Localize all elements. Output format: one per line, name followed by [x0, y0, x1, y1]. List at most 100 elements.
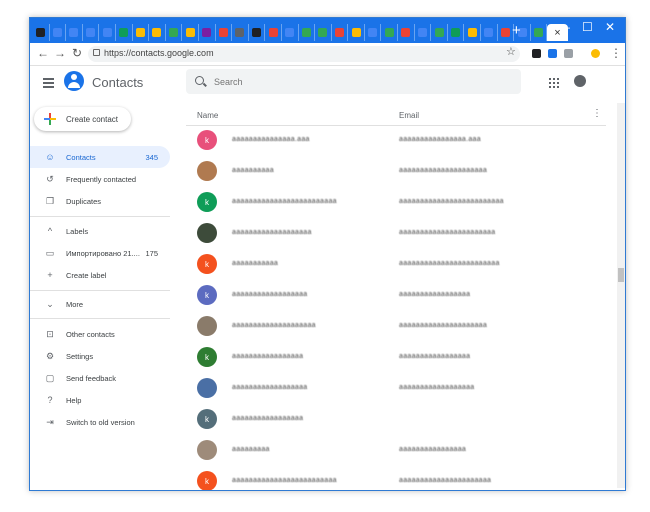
sidebar-item-duplicates[interactable]: ❐ Duplicates	[30, 190, 170, 212]
contact-row[interactable]: aaaaaaaaaaaaaaaaaaaaaaaaaaaaaaaaaaaaaaaa…	[186, 219, 606, 250]
browser-tab[interactable]	[464, 24, 482, 41]
sidebar-item-label: Labels	[66, 226, 89, 236]
feedback-icon: ▢	[45, 372, 55, 383]
sidebar-item-imported-label[interactable]: ▭ Импортировано 21.... 175	[30, 242, 170, 264]
browser-tab[interactable]	[299, 24, 316, 41]
sidebar-item-label: Switch to old version	[66, 417, 135, 427]
browser-tab[interactable]	[116, 24, 133, 41]
address-bar[interactable]: https://contacts.google.com	[88, 46, 520, 62]
reload-icon[interactable]: ↻	[72, 46, 82, 60]
browser-tab[interactable]	[398, 24, 415, 41]
name-column-header[interactable]: Name	[197, 111, 218, 120]
browser-tab[interactable]	[249, 24, 266, 41]
tab-favicon-icon	[202, 28, 212, 37]
contact-row[interactable]: kaaaaaaaaaaaaaaaaaaaaaaaaaaaaaaaaaaa	[186, 281, 606, 312]
avatar: k	[197, 254, 217, 274]
contact-row[interactable]: kaaaaaaaaaaaaaaaaaaaaaaaaaaaaaaaaaaa	[186, 250, 606, 281]
contact-row[interactable]: aaaaaaaaa aaaaaaaaaaaaaaaa	[186, 436, 606, 467]
account-avatar[interactable]	[574, 75, 586, 87]
contact-row[interactable]: k aaaaaaaaaaaaaaaaaaaaaaaaa aaaaaaaaaaaaaa…	[186, 188, 606, 219]
browser-tab[interactable]	[448, 24, 465, 41]
forward-icon[interactable]: →	[54, 46, 66, 60]
browser-tab[interactable]	[332, 24, 349, 41]
browser-tab[interactable]	[133, 24, 150, 41]
label-count: 175	[145, 248, 158, 258]
url-text[interactable]: https://contacts.google.com	[104, 48, 214, 58]
sidebar-item-frequently-contacted[interactable]: ↺ Frequently contacted	[30, 168, 170, 190]
contact-name: aaaaaaaaaa	[232, 167, 274, 174]
browser-tab[interactable]	[315, 24, 332, 41]
sidebar-item-switch-old-version[interactable]: ⇥ Switch to old version	[30, 411, 170, 433]
sidebar-item-other-contacts[interactable]: ⊡ Other contacts	[30, 323, 170, 345]
contact-row[interactable]: aaaaaaaaaaaaaaaaaa aaaaaaaaaaaaaaaaaa	[186, 374, 606, 405]
sidebar-item-more[interactable]: ⌄ More	[30, 293, 170, 315]
contact-row[interactable]: k aaaaaaaaaaaaaaaaa	[186, 405, 606, 436]
browser-tab[interactable]	[166, 24, 183, 41]
sidebar-item-help[interactable]: ? Help	[30, 389, 170, 411]
chevron-up-icon: ^	[47, 226, 53, 236]
browser-tab[interactable]	[216, 24, 233, 41]
new-tab-button[interactable]: +	[512, 22, 521, 39]
main-menu-icon[interactable]	[43, 78, 54, 90]
search-box[interactable]	[186, 69, 521, 94]
close-window-icon[interactable]: ✕	[605, 20, 615, 34]
browser-tab[interactable]	[348, 24, 365, 41]
search-icon[interactable]	[195, 76, 204, 85]
contact-row[interactable]: k aaaaaaaaaaaaaaaaaaaaaaaaa aaaaaaaaaaaaaa…	[186, 467, 606, 490]
contact-row[interactable]: aaaaaaaaaa aaaaaaaaaaaaaaaaaaaaa	[186, 157, 606, 188]
profile-avatar[interactable]	[591, 49, 600, 58]
browser-tab[interactable]	[431, 24, 448, 41]
scrollbar-thumb[interactable]	[618, 268, 624, 282]
email-column-header[interactable]: Email	[399, 111, 419, 120]
browser-tab[interactable]	[182, 24, 199, 41]
browser-tab[interactable]	[99, 24, 116, 41]
browser-tab[interactable]	[481, 24, 498, 41]
sidebar-item-send-feedback[interactable]: ▢ Send feedback	[30, 367, 170, 389]
star-icon[interactable]: ☆	[506, 45, 516, 58]
sidebar-item-labels[interactable]: ^ Labels	[30, 220, 170, 242]
contact-email: aaaaaaaaaaaaaaaaaaaaaaaaa	[399, 198, 504, 205]
create-contact-button[interactable]: Create contact	[34, 107, 131, 131]
contacts-count: 345	[145, 152, 158, 162]
sidebar-item-label: Help	[66, 395, 82, 405]
gear-icon: ⚙	[45, 350, 55, 361]
sidebar-item-label: Contacts	[66, 152, 96, 162]
contact-row[interactable]: aaaaaaaaaaaaaaaaaaaaaaaaaaaaaaaaaaaaaaaa…	[186, 312, 606, 343]
tab-favicon-icon	[467, 28, 477, 37]
browser-tab[interactable]	[199, 24, 216, 41]
sidebar-item-settings[interactable]: ⚙ Settings	[30, 345, 170, 367]
contact-row[interactable]: k aaaaaaaaaaaaaaa.aaa aaaaaaaaaaaaaaaa.aaa	[186, 126, 606, 157]
browser-tab[interactable]	[282, 24, 299, 41]
extension-icon[interactable]	[564, 49, 573, 58]
sidebar-item-create-label[interactable]: + Create label	[30, 264, 170, 286]
tab-favicon-icon	[169, 28, 179, 37]
contacts-logo-icon	[64, 71, 84, 91]
extension-icon[interactable]	[532, 49, 541, 58]
maximize-icon[interactable]: ☐	[582, 20, 593, 34]
browser-tab[interactable]	[149, 24, 166, 41]
contact-row[interactable]: k aaaaaaaaaaaaaaaaa aaaaaaaaaaaaaaaaa	[186, 343, 606, 374]
browser-tab[interactable]	[365, 24, 382, 41]
copy-icon: ❐	[45, 195, 55, 206]
minimize-icon[interactable]: —	[558, 20, 570, 34]
contact-name: aaaaaaaaa	[232, 446, 270, 453]
browser-tab[interactable]	[66, 24, 83, 41]
browser-menu-icon[interactable]: ⋮	[610, 46, 622, 60]
apps-grid-icon[interactable]	[549, 78, 559, 88]
browser-tab[interactable]	[415, 24, 432, 41]
search-input[interactable]	[212, 74, 506, 90]
browser-tab[interactable]	[265, 24, 282, 41]
browser-tab[interactable]	[531, 24, 548, 41]
browser-tab[interactable]	[83, 24, 100, 41]
list-options-icon[interactable]: ⋮	[592, 108, 602, 119]
scrollbar[interactable]	[617, 103, 625, 488]
avatar	[197, 316, 217, 336]
back-icon[interactable]: ←	[37, 46, 49, 60]
extension-icon[interactable]	[548, 49, 557, 58]
browser-tab[interactable]	[33, 24, 50, 41]
browser-tab[interactable]	[381, 24, 399, 41]
contact-email: aaaaaaaaaaaaaaaaaaaaaa	[399, 477, 492, 484]
browser-tab[interactable]	[50, 24, 67, 41]
sidebar-item-contacts[interactable]: ☺ Contacts 345	[30, 146, 170, 168]
browser-tab[interactable]	[232, 24, 249, 41]
